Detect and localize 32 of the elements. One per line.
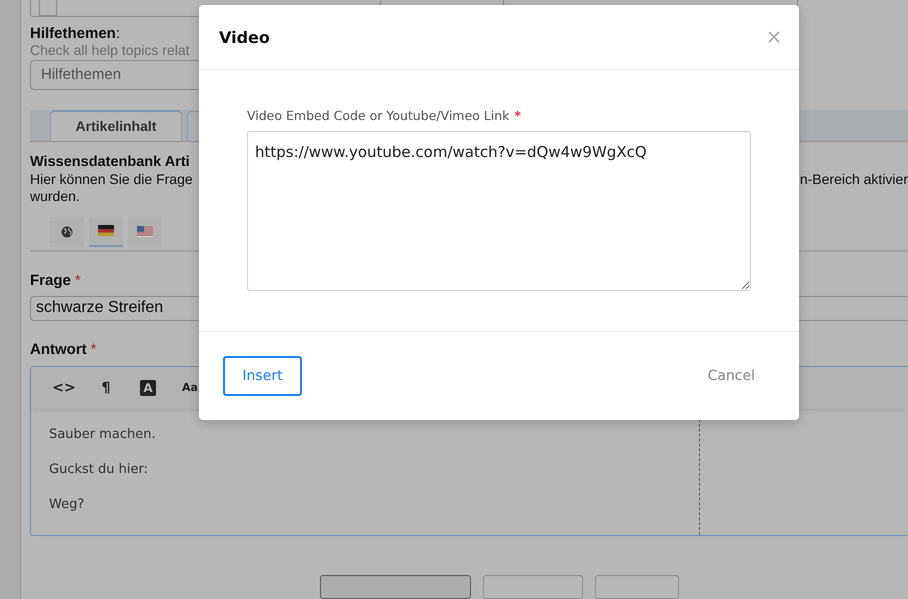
close-icon[interactable]: [768, 31, 780, 43]
required-mark: *: [514, 108, 521, 123]
toolbar-button[interactable]: A: [140, 380, 156, 396]
toolbar-button[interactable]: ¶: [85, 380, 127, 396]
field-label: Frage: [30, 272, 71, 289]
field-label: Video Embed Code or Youtube/Vimeo Link: [247, 108, 510, 123]
dialog-title: Video: [219, 28, 270, 46]
hint-text: Check all help topics relat: [30, 42, 190, 59]
us-flag-icon: [137, 226, 153, 238]
paragraph-text: Weg?: [49, 496, 86, 514]
required-mark: *: [74, 272, 81, 289]
paragraph-text: Sauber machen.: [49, 426, 157, 444]
toolbar-button[interactable]: <>: [43, 380, 85, 396]
paragraph-text: Guckst du hier:: [49, 460, 149, 479]
description-text: wurden.: [30, 188, 80, 205]
field-label: Hilfethemen:: [30, 25, 120, 42]
insert-button[interactable]: Insert: [223, 356, 302, 396]
form-button[interactable]: [320, 575, 471, 599]
dropdown-button[interactable]: [39, 0, 57, 16]
form-button[interactable]: [483, 575, 583, 599]
section-title: Wissensdatenbank Arti: [30, 152, 190, 171]
tab[interactable]: Artikelinhalt: [50, 110, 182, 141]
description-text: Hier können Sie die Frage: [30, 170, 193, 188]
embed-code-field[interactable]: https://www.youtube.com/watch?v=dQw4w9WgXcQ: [247, 131, 751, 291]
form-button[interactable]: [595, 575, 679, 599]
language-tab[interactable]: [89, 216, 123, 247]
language-tab[interactable]: [128, 216, 162, 247]
description-text: n-Bereich aktivier: [800, 170, 908, 188]
german-flag-icon: [98, 225, 114, 236]
required-mark: *: [90, 340, 96, 358]
language-tab[interactable]: [50, 216, 84, 247]
field-label: Antwort: [30, 340, 87, 358]
